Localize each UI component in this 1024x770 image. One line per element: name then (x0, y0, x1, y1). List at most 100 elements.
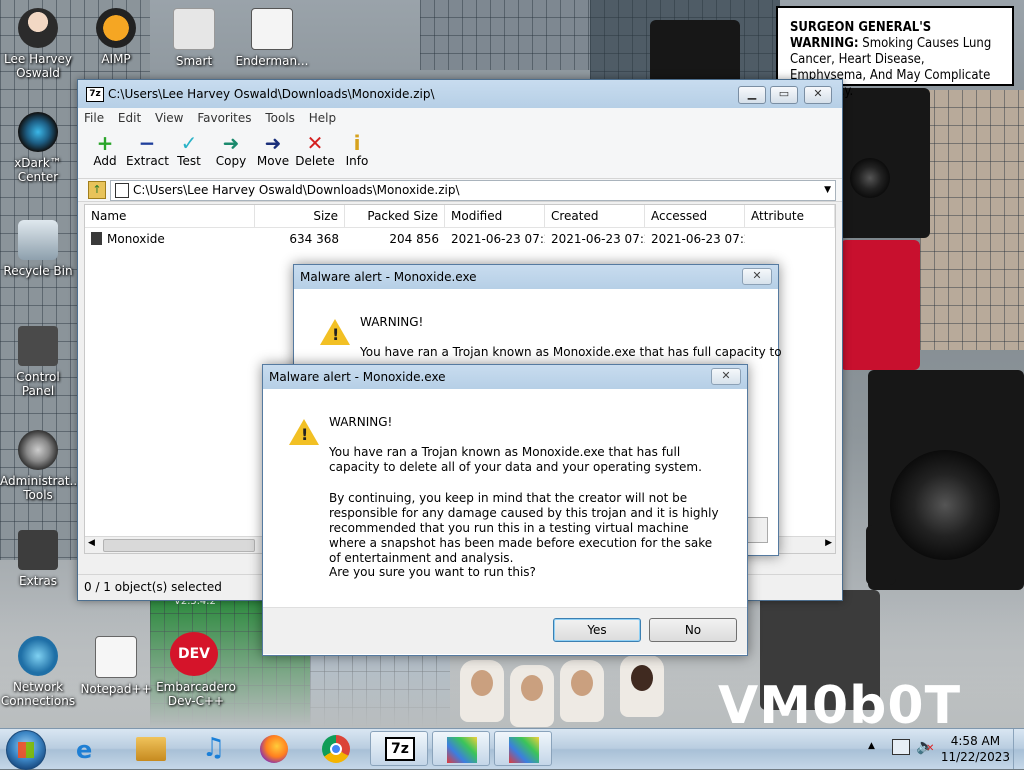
taskbar-internet-explorer[interactable]: e (60, 731, 118, 766)
move-button[interactable]: ➜ Move (252, 128, 294, 178)
taskbar-chrome[interactable] (308, 731, 366, 766)
dialog-titlebar[interactable]: Malware alert - Monoxide.exe ✕ (263, 365, 747, 389)
add-button[interactable]: + Add (84, 128, 126, 178)
desktop-icon-xdark-center[interactable]: xDark™ Center (0, 112, 76, 184)
start-button[interactable] (6, 730, 46, 770)
dialog-paragraph-1: You have ran a Trojan known as Monoxide.… (329, 445, 702, 474)
dialog-title: Malware alert - Monoxide.exe (300, 270, 477, 284)
taskbar-explorer[interactable] (122, 731, 180, 766)
table-row[interactable]: Monoxide 634 368 204 856 2021-06-23 07: 2… (85, 228, 835, 250)
show-hidden-icons-chevron-up-icon[interactable]: ▲ (868, 741, 875, 751)
column-name[interactable]: Name (85, 205, 255, 227)
desktop-icon-label: Smart (175, 54, 213, 68)
dialog-titlebar[interactable]: Malware alert - Monoxide.exe ✕ (294, 265, 778, 289)
monoxide-icon (447, 737, 477, 763)
application-window-icon (251, 8, 293, 50)
desktop-icon-aimp[interactable]: AIMP (78, 8, 154, 66)
archive-path-icon (115, 183, 129, 198)
close-icon: ✕ (752, 269, 762, 282)
desktop-icon-label: AIMP (101, 52, 131, 66)
minimize-button[interactable]: ▁ (738, 86, 766, 104)
close-icon: ✕ (813, 87, 823, 100)
menu-favorites[interactable]: Favorites (197, 111, 251, 125)
menu-tools[interactable]: Tools (265, 111, 295, 125)
scrollbar-thumb[interactable] (103, 539, 255, 552)
desktop-icon-control-panel[interactable]: Control Panel (0, 326, 76, 398)
taskbar: e ♫ 7z ▲ 🔈 ✕ 4:58 AM 11/22/2023 (0, 728, 1024, 770)
toolbar-label: Extract (126, 154, 169, 168)
yes-button[interactable]: Yes (553, 618, 641, 642)
clock-time: 4:58 AM (950, 734, 1001, 748)
minimize-icon: ▁ (747, 87, 757, 100)
menu-view[interactable]: View (155, 111, 183, 125)
chrome-icon (322, 735, 350, 763)
toolbar-label: Test (177, 154, 201, 168)
dialog-button-area: Yes No (263, 607, 747, 654)
selection-status: 0 / 1 object(s) selected (84, 580, 222, 594)
column-modified[interactable]: Modified (445, 205, 545, 227)
file-icon (91, 232, 102, 245)
desktop-icon-smart[interactable]: Smart (156, 8, 232, 68)
desktop-icon-notepad-plus-plus[interactable]: Notepad++ (78, 636, 154, 696)
maximize-button[interactable]: ▭ (770, 86, 798, 104)
no-button[interactable]: No (649, 618, 737, 642)
dialog-close-button[interactable]: ✕ (711, 368, 741, 385)
chevron-down-icon[interactable]: ▼ (824, 181, 831, 200)
7zip-app-icon: 7z (86, 87, 104, 102)
dialog-body: ! WARNING! You have ran a Trojan known a… (263, 389, 747, 607)
desktop-icon-extras[interactable]: Extras (0, 530, 76, 588)
scroll-right-icon[interactable]: ▶ (825, 538, 832, 548)
network-tray-icon[interactable] (892, 739, 910, 755)
dialog-text: You have ran a Trojan known as Monoxide.… (360, 345, 782, 359)
desktop-icon-label: Notepad++ (80, 682, 152, 696)
file-modified: 2021-06-23 07:23 (451, 232, 545, 246)
taskbar-monoxide-1[interactable] (432, 731, 490, 766)
delete-button[interactable]: ✕ Delete (294, 128, 336, 178)
taskbar-media-player[interactable]: ♫ (184, 731, 242, 766)
desktop-icon-network-connections[interactable]: Network Connections (0, 636, 76, 708)
add-icon: + (96, 131, 114, 155)
show-desktop-button[interactable] (1013, 729, 1024, 769)
desktop-icon-label: Lee Harvey Oswald (4, 52, 72, 80)
internet-explorer-icon: e (76, 736, 93, 764)
system-clock[interactable]: 4:58 AM 11/22/2023 (941, 733, 1010, 765)
file-size: 634 368 (289, 232, 339, 246)
info-button[interactable]: i Info (336, 128, 378, 178)
desktop-icon-label: Control Panel (16, 370, 60, 398)
desktop-icon-enderman[interactable]: Enderman... (234, 8, 310, 68)
column-accessed[interactable]: Accessed (645, 205, 745, 227)
7zip-icon: 7z (385, 737, 415, 761)
address-bar: ↑ C:\Users\Lee Harvey Oswald\Downloads\M… (78, 179, 842, 202)
menu-file[interactable]: File (84, 111, 104, 125)
gears-icon (18, 430, 58, 470)
up-folder-icon[interactable]: ↑ (88, 181, 106, 199)
menu-edit[interactable]: Edit (118, 111, 141, 125)
desktop-icon-embarcadero-dev-cpp[interactable]: Embarcadero Dev-C++ (156, 636, 236, 708)
archive-window-titlebar[interactable]: 7z C:\Users\Lee Harvey Oswald\Downloads\… (78, 80, 842, 108)
volume-muted-icon[interactable]: 🔈 ✕ (916, 737, 935, 755)
dialog-close-button[interactable]: ✕ (742, 268, 772, 285)
column-size[interactable]: Size (255, 205, 345, 227)
column-created[interactable]: Created (545, 205, 645, 227)
address-input[interactable]: C:\Users\Lee Harvey Oswald\Downloads\Mon… (110, 180, 836, 201)
desktop-icon-user-folder[interactable]: Lee Harvey Oswald (0, 8, 76, 80)
column-packed-size[interactable]: Packed Size (345, 205, 445, 227)
file-packed-size: 204 856 (389, 232, 439, 246)
column-attributes[interactable]: Attribute (745, 205, 835, 227)
toolbar: + Add − Extract ✓ Test ➜ Copy ➜ Move ✕ Delete … (78, 128, 842, 179)
taskbar-firefox[interactable] (246, 731, 304, 766)
notepad-icon (95, 636, 137, 678)
toolbar-label: Info (345, 154, 369, 168)
menu-help[interactable]: Help (309, 111, 336, 125)
extract-button[interactable]: − Extract (126, 128, 169, 178)
desktop-icon-administrative-tools[interactable]: Administrat... Tools (0, 430, 81, 502)
scroll-left-icon[interactable]: ◀ (88, 538, 95, 548)
test-button[interactable]: ✓ Test (168, 128, 210, 178)
close-button[interactable]: ✕ (804, 86, 832, 104)
desktop-icon-recycle-bin[interactable]: Recycle Bin (0, 220, 76, 278)
taskbar-monoxide-2[interactable] (494, 731, 552, 766)
taskbar-7zip[interactable]: 7z (370, 731, 428, 766)
desktop-icon-label: Extras (19, 574, 57, 588)
copy-button[interactable]: ➜ Copy (210, 128, 252, 178)
dialog-heading: WARNING! (360, 315, 424, 329)
